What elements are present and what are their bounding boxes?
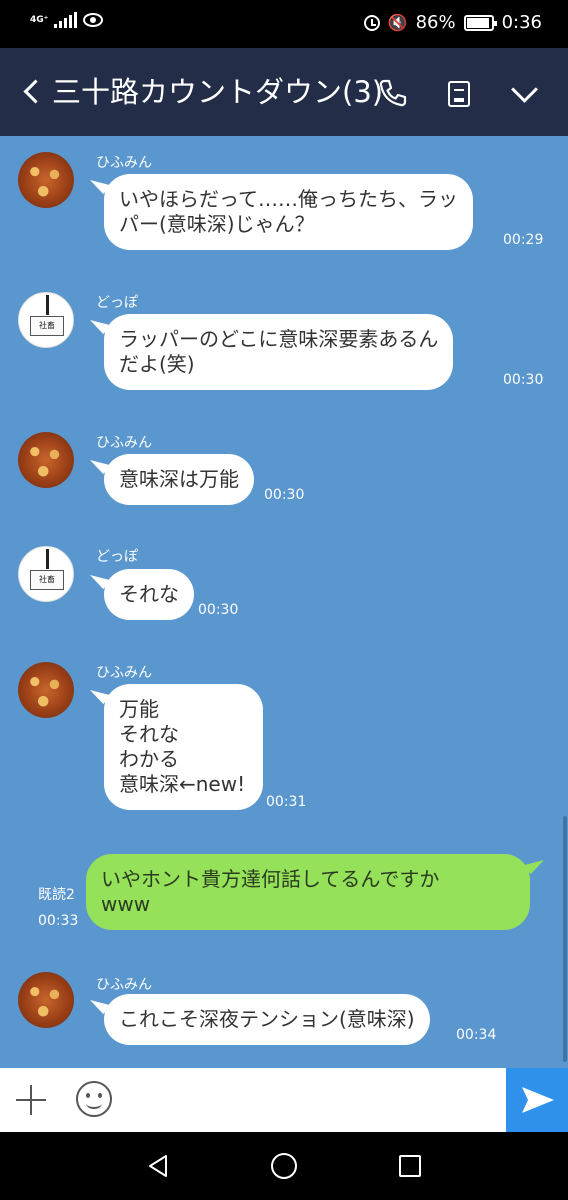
message-line: わかる: [119, 747, 179, 771]
sender-name: ひふみん: [96, 665, 152, 681]
notes-icon: [448, 81, 470, 107]
notes-button[interactable]: [444, 78, 474, 108]
message-line: だよ(笑): [119, 352, 195, 376]
message-time: 00:29: [503, 232, 544, 248]
status-bar: 4G⁺ 🔇 86% 0:36: [0, 0, 568, 48]
message-line: それな: [119, 722, 179, 746]
sender-name: どっぽ: [96, 295, 138, 311]
message-time: 00:30: [503, 372, 544, 388]
message-input-bar: [0, 1068, 568, 1132]
avatar-doppo[interactable]: 社畜: [18, 292, 74, 348]
message-line: これこそ深夜テンション(意味深): [119, 1007, 415, 1031]
sender-name: ひふみん: [96, 977, 152, 993]
lanyard: [46, 295, 49, 315]
status-left: 4G⁺: [30, 12, 104, 28]
my-message-bubble[interactable]: いやホント貴方達何話してるんですか www: [86, 854, 530, 930]
message-line: ラッパーのどこに意味深要素あるん: [119, 327, 439, 351]
message-bubble[interactable]: これこそ深夜テンション(意味深): [104, 994, 430, 1045]
eye-comfort-icon: [83, 13, 104, 27]
network-type: 4G⁺: [30, 14, 49, 25]
battery-icon: [463, 14, 497, 31]
nav-home-icon[interactable]: [271, 1153, 297, 1179]
message-time: 00:33: [38, 913, 79, 929]
send-button[interactable]: [506, 1068, 568, 1132]
back-button[interactable]: [18, 74, 48, 110]
message-time: 00:30: [198, 602, 239, 618]
message-line: www: [101, 892, 151, 916]
sender-name: どっぽ: [96, 549, 138, 565]
message-time: 00:34: [456, 1027, 497, 1043]
message-bubble[interactable]: 万能 それな わかる 意味深←new!: [104, 684, 264, 810]
badge-card: 社畜: [30, 570, 64, 590]
message-line: それな: [119, 582, 179, 606]
chat-area[interactable]: ひふみん いやほらだって……俺っちたち、ラッ パー(意味深)じゃん？ 00:29…: [0, 136, 568, 1068]
nav-back-icon[interactable]: [146, 1154, 170, 1178]
message-line: いやほらだって……俺っちたち、ラッ: [119, 187, 458, 211]
read-receipt: 既読2: [38, 887, 75, 903]
emoji-button[interactable]: [76, 1081, 112, 1117]
message-line: いやホント貴方達何話してるんですか: [101, 867, 440, 891]
sender-name: ひふみん: [96, 435, 152, 451]
message-line: 万能: [119, 697, 159, 721]
sender-name: ひふみん: [96, 155, 152, 171]
system-nav-bar: [0, 1132, 568, 1200]
scrollbar[interactable]: [563, 816, 567, 1062]
message-bubble[interactable]: いやほらだって……俺っちたち、ラッ パー(意味深)じゃん？: [104, 174, 473, 250]
mute-icon: 🔇: [387, 13, 408, 32]
message-bubble[interactable]: ラッパーのどこに意味深要素あるん だよ(笑): [104, 314, 454, 390]
menu-expand-button[interactable]: [508, 76, 542, 110]
message-line: パー(意味深)じゃん？: [119, 212, 315, 236]
message-time: 00:31: [266, 794, 307, 810]
avatar-doppo[interactable]: 社畜: [18, 546, 74, 602]
clock: 0:36: [501, 12, 542, 33]
message-input[interactable]: [128, 1076, 496, 1124]
message-line: 意味深は万能: [119, 467, 239, 491]
phone-icon: [379, 79, 407, 107]
chat-header: 三十路カウントダウン(3): [0, 48, 568, 136]
alarm-icon: [363, 14, 380, 31]
message-line: 意味深←new!: [119, 772, 246, 796]
call-button[interactable]: [376, 76, 410, 110]
avatar-hifumin[interactable]: [18, 152, 74, 208]
add-attachment-button[interactable]: [14, 1083, 48, 1117]
message-time: 00:30: [264, 487, 305, 503]
nav-recents-icon[interactable]: [399, 1155, 421, 1177]
message-bubble[interactable]: 意味深は万能: [104, 454, 254, 505]
signal-icon: [54, 12, 78, 28]
battery-percent: 86%: [415, 12, 456, 33]
avatar-hifumin[interactable]: [18, 972, 74, 1028]
badge-card: 社畜: [30, 316, 64, 336]
lanyard: [46, 549, 49, 569]
send-icon: [522, 1087, 554, 1113]
message-bubble[interactable]: それな: [104, 569, 194, 620]
chat-title: 三十路カウントダウン(3): [52, 75, 384, 109]
avatar-hifumin[interactable]: [18, 432, 74, 488]
status-right: 🔇 86% 0:36: [363, 12, 542, 33]
avatar-hifumin[interactable]: [18, 662, 74, 718]
